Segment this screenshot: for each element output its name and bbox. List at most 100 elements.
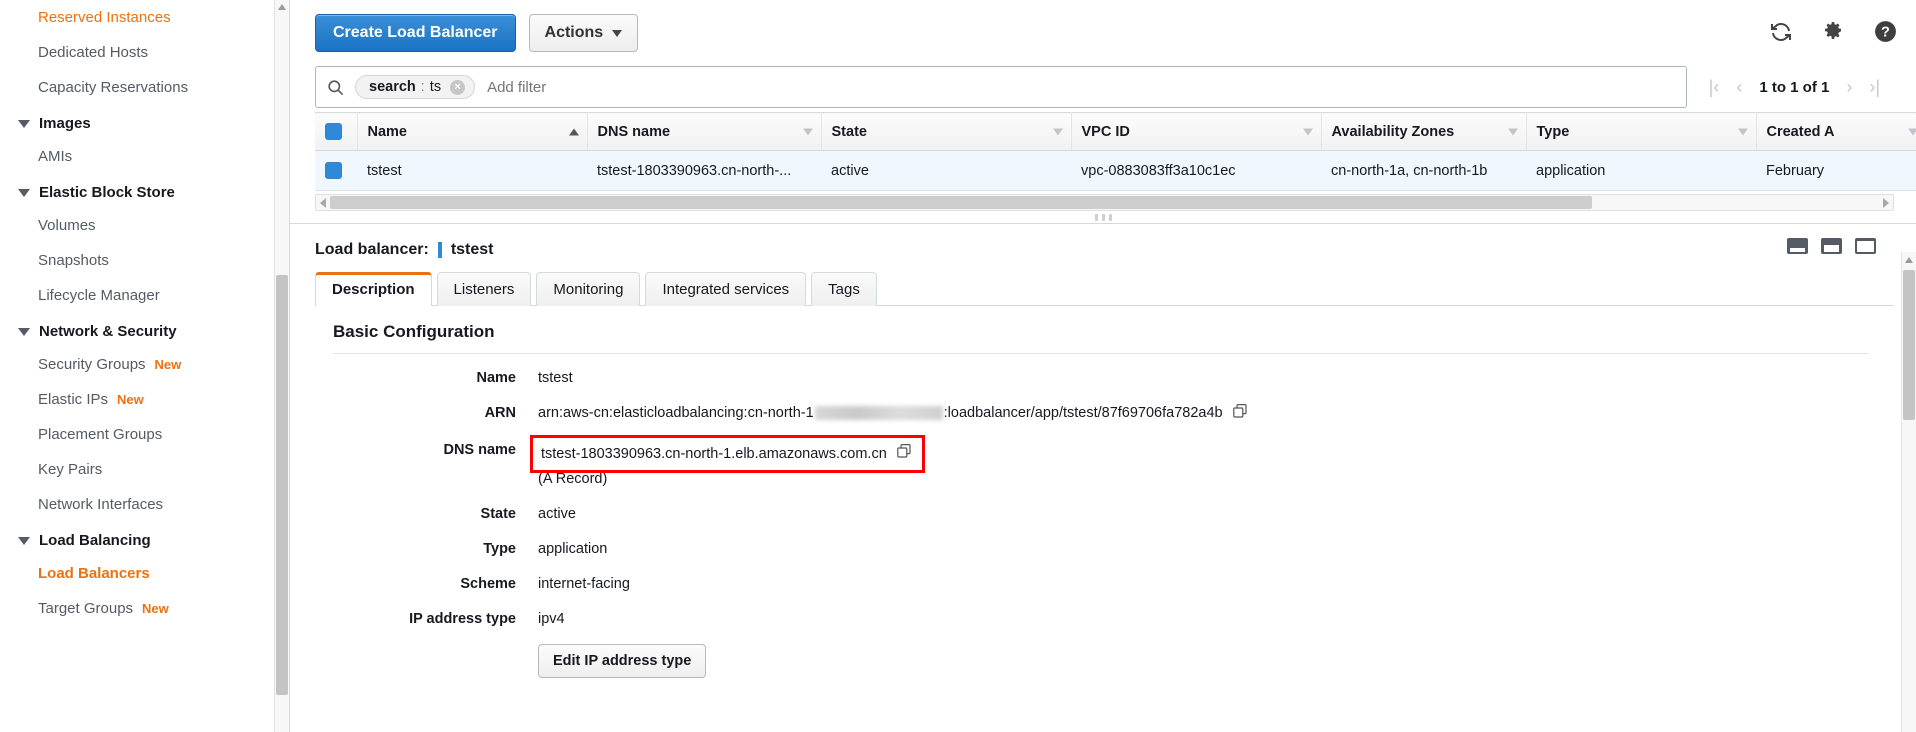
search-box[interactable]: search : ts ×: [315, 66, 1687, 108]
help-icon[interactable]: ?: [1873, 19, 1898, 47]
scroll-right-arrow-icon[interactable]: [1883, 198, 1889, 208]
sidebar-item-label: Snapshots: [38, 252, 109, 269]
tab-tags[interactable]: Tags: [811, 272, 877, 306]
toolbar-icon-group: ?: [1769, 19, 1898, 47]
sidebar-item-new-badge: New: [154, 357, 182, 372]
sidebar-item-placement-groups[interactable]: Placement Groups: [0, 417, 289, 452]
sort-menu-icon[interactable]: [1302, 128, 1313, 135]
filter-pill-clear-icon[interactable]: ×: [450, 79, 466, 95]
ec2-load-balancers-console: Reserved Instances Dedicated Hosts Capacit…: [0, 0, 1916, 732]
field-name-label: Name: [476, 370, 517, 386]
field-state-label: State: [480, 506, 516, 522]
main-content: Create Load Balancer Actions ? search: …: [290, 0, 1916, 732]
table-body: tstest tstest-1803390963.cn-north-... acti…: [315, 150, 1916, 191]
sidebar-scrollbar[interactable]: [274, 0, 289, 732]
select-all-checkbox[interactable]: [325, 123, 342, 140]
last-page-button[interactable]: ›|: [1869, 78, 1880, 96]
row-checkbox[interactable]: [325, 162, 342, 179]
refresh-icon[interactable]: [1769, 20, 1793, 47]
sidebar-item-label: Reserved Instances: [38, 9, 171, 26]
field-arn-value: arn:aws-cn:elasticloadbalancing:cn-north…: [538, 403, 1223, 424]
sidebar-item-dedicated-hosts[interactable]: Dedicated Hosts: [0, 35, 289, 70]
detail-panel-scrollbar[interactable]: [1901, 252, 1916, 732]
panel-medium-icon[interactable]: [1821, 238, 1842, 254]
sidebar-item-snapshots[interactable]: Snapshots: [0, 243, 289, 278]
gear-icon[interactable]: [1821, 20, 1845, 47]
sidebar-group-network-security[interactable]: Network & Security: [0, 313, 289, 347]
column-header-label: Created A: [1766, 123, 1835, 140]
sidebar-scrollbar-thumb[interactable]: [276, 275, 288, 695]
sidebar-item-new-badge: New: [117, 392, 144, 407]
sidebar-item-reserved-instances[interactable]: Reserved Instances: [0, 0, 289, 35]
sidebar-item-load-balancers[interactable]: Load Balancers: [0, 556, 289, 591]
panel-splitter[interactable]: [290, 211, 1916, 224]
sidebar-item-amis[interactable]: AMIs: [0, 139, 289, 174]
sidebar-item-elastic-ips[interactable]: Elastic IPs New: [0, 382, 289, 417]
sort-menu-icon[interactable]: [802, 128, 813, 135]
arn-prefix: arn:aws-cn:elasticloadbalancing:cn-north…: [538, 405, 814, 421]
sort-ascending-icon[interactable]: [568, 128, 579, 135]
caret-down-icon: [18, 327, 30, 336]
sidebar-item-key-pairs[interactable]: Key Pairs: [0, 452, 289, 487]
cell-state: active: [821, 150, 1071, 191]
copy-arn-icon[interactable]: [1232, 403, 1248, 426]
detail-panel: Load balancer: tstest Description Listene…: [290, 224, 1916, 678]
actions-button[interactable]: Actions: [528, 14, 639, 52]
select-all-header[interactable]: [315, 112, 358, 151]
sort-menu-icon[interactable]: [1737, 128, 1748, 135]
column-header-availability-zones[interactable]: Availability Zones: [1321, 112, 1527, 151]
sidebar-item-volumes[interactable]: Volumes: [0, 208, 289, 243]
column-header-created-a[interactable]: Created A: [1756, 112, 1916, 151]
grip-dot-icon: [1101, 213, 1105, 221]
grip-dot-icon: [1094, 213, 1098, 221]
sidebar-item-security-groups[interactable]: Security Groups New: [0, 347, 289, 382]
chevron-down-icon: [612, 29, 623, 37]
sidebar-item-label: Volumes: [38, 217, 96, 234]
create-load-balancer-button[interactable]: Create Load Balancer: [315, 14, 516, 52]
row-select-cell[interactable]: [315, 150, 357, 191]
sort-menu-icon[interactable]: [1507, 128, 1518, 135]
sidebar-group-images[interactable]: Images: [0, 105, 289, 139]
horizontal-scrollbar-thumb[interactable]: [330, 196, 1592, 209]
field-scheme-value: internet-facing: [538, 576, 630, 592]
column-header-name[interactable]: Name: [357, 112, 588, 151]
next-page-button[interactable]: ›: [1846, 78, 1852, 96]
previous-page-button[interactable]: ‹: [1736, 78, 1742, 96]
dns-name-highlight-box: tstest-1803390963.cn-north-1.elb.amazona…: [530, 435, 925, 473]
column-header-type[interactable]: Type: [1526, 112, 1757, 151]
add-filter-input[interactable]: [485, 77, 1676, 97]
field-type-value: application: [538, 541, 608, 557]
detail-scrollbar-thumb[interactable]: [1903, 270, 1915, 420]
sidebar-item-capacity-reservations[interactable]: Capacity Reservations: [0, 70, 289, 105]
table-horizontal-scrollbar[interactable]: [315, 194, 1894, 211]
sort-menu-icon[interactable]: [1907, 128, 1916, 135]
column-header-vpc-id[interactable]: VPC ID: [1071, 112, 1322, 151]
sidebar-item-new-badge: New: [142, 601, 169, 616]
sort-menu-icon[interactable]: [1052, 128, 1063, 135]
column-header-dns-name[interactable]: DNS name: [587, 112, 822, 151]
sidebar-group-elastic-block-store[interactable]: Elastic Block Store: [0, 174, 289, 208]
copy-dns-name-icon[interactable]: [896, 443, 912, 466]
panel-large-icon[interactable]: [1855, 238, 1876, 254]
detail-scroll-up-arrow-icon[interactable]: [1905, 257, 1913, 263]
sidebar-group-load-balancing[interactable]: Load Balancing: [0, 522, 289, 556]
tab-description[interactable]: Description: [315, 272, 432, 306]
panel-small-icon[interactable]: [1787, 238, 1808, 254]
sidebar-item-target-groups[interactable]: Target Groups New: [0, 591, 289, 626]
page-toolbar: Create Load Balancer Actions ?: [290, 0, 1916, 66]
tab-integrated-services[interactable]: Integrated services: [645, 272, 807, 306]
caret-down-icon: [18, 188, 30, 197]
first-page-button[interactable]: |‹: [1709, 78, 1720, 96]
table-row[interactable]: tstest tstest-1803390963.cn-north-... acti…: [315, 150, 1916, 191]
sidebar-item-lifecycle-manager[interactable]: Lifecycle Manager: [0, 278, 289, 313]
edit-ip-address-type-button[interactable]: Edit IP address type: [538, 644, 707, 678]
filter-pill-search[interactable]: search : ts ×: [355, 75, 476, 99]
tab-monitoring[interactable]: Monitoring: [536, 272, 641, 306]
column-header-label: Type: [1536, 123, 1570, 140]
sidebar-item-network-interfaces[interactable]: Network Interfaces: [0, 487, 289, 522]
column-header-state[interactable]: State: [821, 112, 1072, 151]
scroll-up-arrow-icon[interactable]: [278, 4, 286, 10]
scroll-left-arrow-icon[interactable]: [320, 198, 326, 208]
tab-listeners[interactable]: Listeners: [436, 272, 532, 306]
field-dns-label: DNS name: [443, 442, 516, 458]
